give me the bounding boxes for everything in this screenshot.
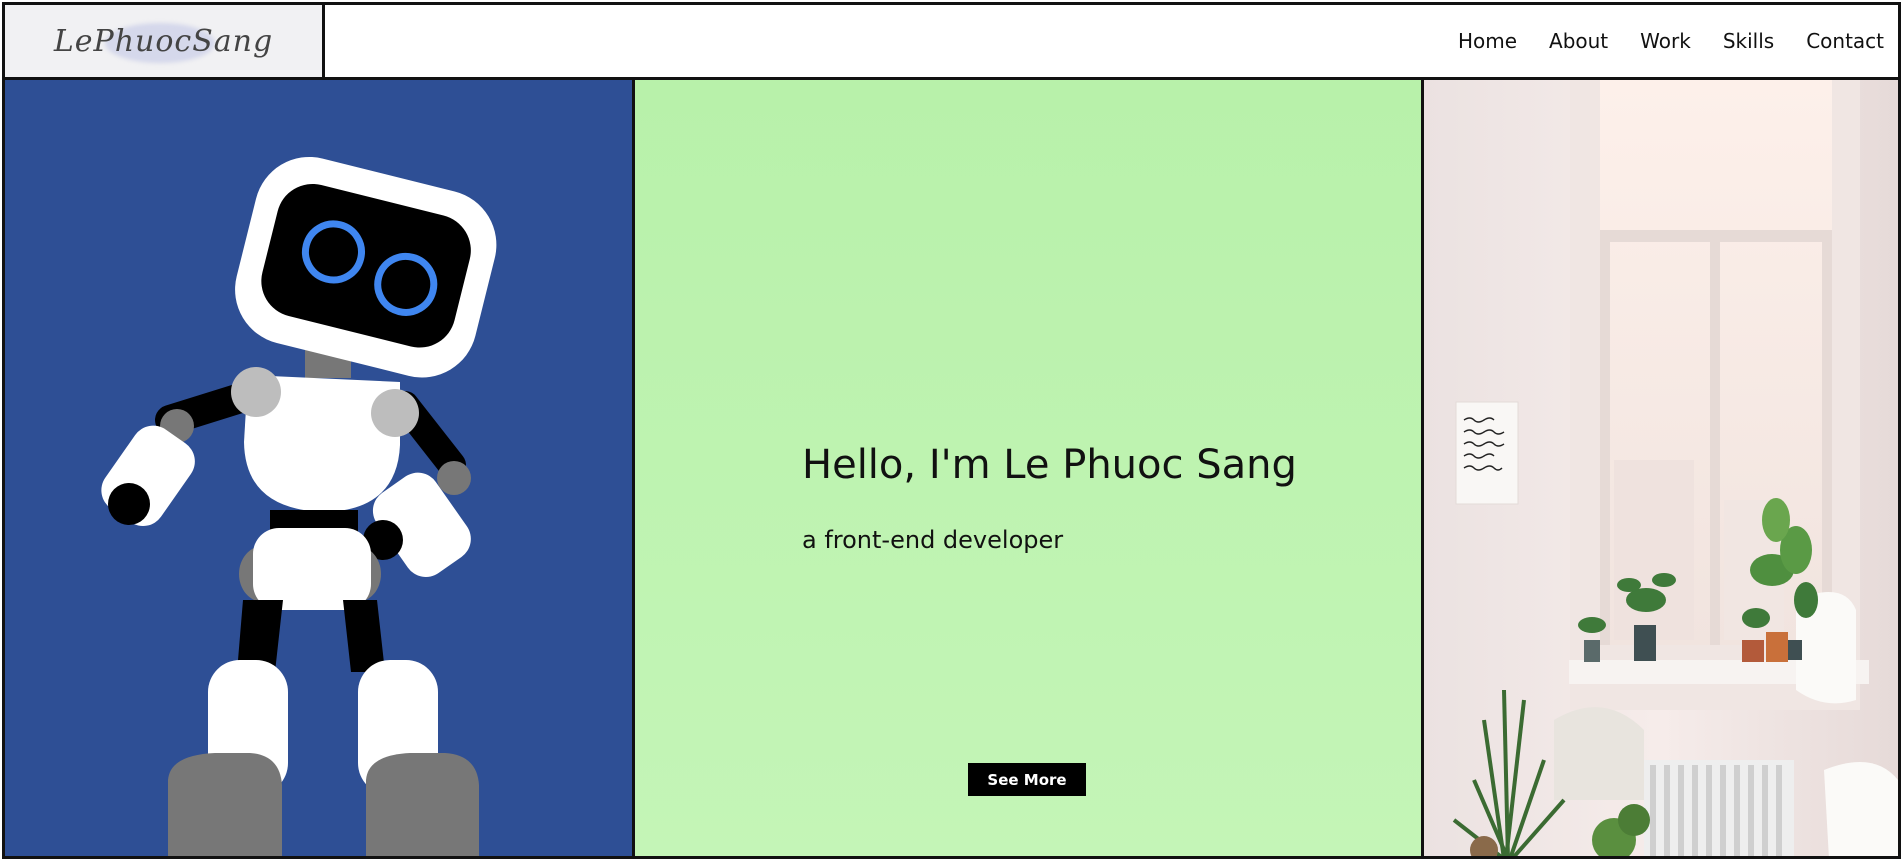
- robot-illustration: [101, 156, 497, 859]
- nav-skills[interactable]: Skills: [1723, 29, 1774, 53]
- hero-panel: Hello, I'm Le Phuoc Sang a front-end dev…: [635, 80, 1424, 859]
- robot-head: [235, 156, 497, 378]
- page: LePhuocSang Home About Work Skills Conta…: [0, 0, 1903, 859]
- top-navbar: LePhuocSang Home About Work Skills Conta…: [2, 2, 1901, 80]
- robot-panel: [2, 80, 635, 859]
- nav-home[interactable]: Home: [1458, 29, 1517, 53]
- wall-poster: [1455, 401, 1519, 505]
- nav-work[interactable]: Work: [1640, 29, 1691, 53]
- hero-subtitle: a front-end developer: [802, 526, 1064, 554]
- hero-title: Hello, I'm Le Phuoc Sang: [802, 442, 1297, 488]
- see-more-button[interactable]: See More: [968, 763, 1086, 796]
- main-nav: Home About Work Skills Contact: [1458, 5, 1884, 77]
- robot-left-hand: [108, 483, 150, 525]
- nav-about[interactable]: About: [1549, 29, 1608, 53]
- robot-pelvis: [253, 528, 371, 610]
- signature-logo: LePhuocSang: [53, 23, 274, 59]
- robot-left-foot: [168, 753, 282, 859]
- room-photo-panel: [1424, 80, 1901, 859]
- nav-contact[interactable]: Contact: [1806, 29, 1884, 53]
- plant-room-photo: [1424, 80, 1898, 859]
- logo-container[interactable]: LePhuocSang: [5, 5, 325, 77]
- robot-right-foot: [366, 753, 479, 859]
